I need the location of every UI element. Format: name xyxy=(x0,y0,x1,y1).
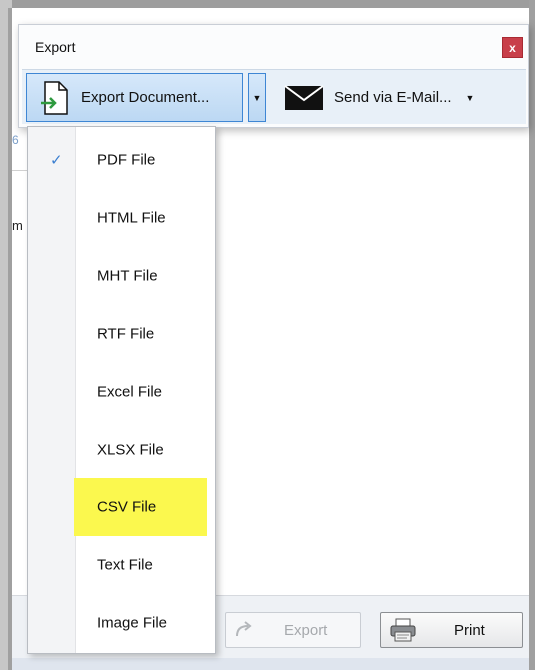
menu-item-image-file[interactable]: Image File xyxy=(28,594,215,651)
menu-item-label: Image File xyxy=(97,614,168,631)
export-button-label: Export xyxy=(284,621,328,639)
export-format-dropdown-button[interactable]: ▼ xyxy=(248,73,266,122)
background-window-frame-right xyxy=(529,0,535,670)
checkmark-icon: ✓ xyxy=(50,151,63,169)
printer-icon xyxy=(389,618,419,642)
export-document-icon xyxy=(41,80,69,115)
print-button-label: Print xyxy=(454,621,485,639)
envelope-icon xyxy=(284,84,324,111)
export-toolbar: Export Document... ▼ Send via E-Mail... … xyxy=(22,69,526,124)
send-email-label: Send via E-Mail... xyxy=(334,89,452,106)
close-button[interactable]: x xyxy=(502,37,523,58)
menu-item-text-file[interactable]: Text File xyxy=(28,536,215,593)
menu-item-mht-file[interactable]: MHT File xyxy=(28,247,215,304)
background-window-frame-left xyxy=(0,0,12,670)
background-fragment-text: m xyxy=(12,218,23,233)
menu-item-label: Text File xyxy=(97,556,153,573)
export-document-label: Export Document... xyxy=(81,89,210,106)
menu-item-html-file[interactable]: HTML File xyxy=(28,189,215,246)
menu-item-pdf-file[interactable]: ✓ PDF File xyxy=(28,131,215,188)
menu-item-xlsx-file[interactable]: XLSX File xyxy=(28,421,215,478)
export-document-button[interactable]: Export Document... xyxy=(26,73,243,122)
menu-item-label: PDF File xyxy=(97,151,156,168)
panel-title: Export xyxy=(35,39,76,55)
menu-item-excel-file[interactable]: Excel File xyxy=(28,363,215,420)
export-format-menu: ✓ PDF File HTML File MHT File RTF File E… xyxy=(27,126,216,654)
menu-item-label: CSV File xyxy=(97,498,157,515)
menu-item-label: HTML File xyxy=(97,209,166,226)
menu-item-label: XLSX File xyxy=(97,441,164,458)
menu-item-label: RTF File xyxy=(97,325,155,342)
chevron-down-icon: ▼ xyxy=(252,92,262,103)
background-fragment-number: 6 xyxy=(12,133,19,147)
export-panel: Export x Export Document... ▼ Send via E… xyxy=(18,24,529,128)
export-button[interactable]: Export xyxy=(225,612,361,648)
menu-item-rtf-file[interactable]: RTF File xyxy=(28,305,215,362)
menu-item-csv-file[interactable]: CSV File xyxy=(28,478,215,536)
send-email-button[interactable]: Send via E-Mail... ▼ xyxy=(280,73,520,122)
menu-item-label: Excel File xyxy=(97,383,163,400)
background-window-frame-top xyxy=(0,0,535,8)
chevron-down-icon[interactable]: ▼ xyxy=(466,93,475,103)
menu-item-label: MHT File xyxy=(97,267,158,284)
export-arrow-icon xyxy=(234,621,260,639)
print-button[interactable]: Print xyxy=(380,612,523,648)
